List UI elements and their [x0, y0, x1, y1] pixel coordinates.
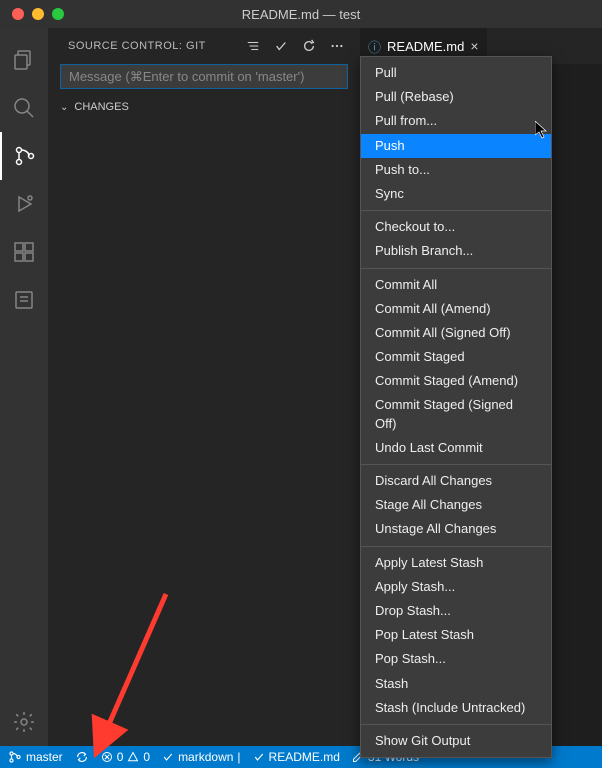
search-icon[interactable] — [0, 84, 48, 132]
more-actions-icon[interactable] — [330, 39, 344, 53]
menu-item-commit-all-amend[interactable]: Commit All (Amend) — [361, 297, 551, 321]
menu-item-drop-stash[interactable]: Drop Stash... — [361, 599, 551, 623]
menu-item-show-git-output[interactable]: Show Git Output — [361, 729, 551, 753]
source-control-icon[interactable] — [0, 132, 48, 180]
outline-icon[interactable] — [0, 276, 48, 324]
menu-item-commit-all-signed-off[interactable]: Commit All (Signed Off) — [361, 321, 551, 345]
menu-separator — [361, 210, 551, 211]
info-icon: ⓘ — [368, 37, 381, 56]
maximize-window-button[interactable] — [52, 8, 64, 20]
menu-item-commit-staged[interactable]: Commit Staged — [361, 345, 551, 369]
menu-item-unstage-all-changes[interactable]: Unstage All Changes — [361, 517, 551, 541]
menu-item-discard-all-changes[interactable]: Discard All Changes — [361, 469, 551, 493]
menu-item-apply-stash[interactable]: Apply Stash... — [361, 575, 551, 599]
menu-item-commit-all[interactable]: Commit All — [361, 273, 551, 297]
status-branch[interactable]: master — [8, 750, 63, 764]
status-sync[interactable] — [75, 750, 89, 764]
changes-section-header[interactable]: ⌄ CHANGES — [48, 97, 360, 117]
menu-separator — [361, 464, 551, 465]
menu-item-push-to[interactable]: Push to... — [361, 158, 551, 182]
chevron-down-icon: ⌄ — [60, 102, 68, 113]
settings-gear-icon[interactable] — [0, 698, 48, 746]
commit-message-input[interactable] — [60, 64, 348, 89]
menu-separator — [361, 268, 551, 269]
menu-separator — [361, 724, 551, 725]
close-icon[interactable]: × — [470, 38, 478, 54]
extensions-icon[interactable] — [0, 228, 48, 276]
menu-item-stash[interactable]: Stash — [361, 672, 551, 696]
window-title: README.md — test — [242, 7, 360, 22]
menu-item-undo-last-commit[interactable]: Undo Last Commit — [361, 436, 551, 460]
close-window-button[interactable] — [12, 8, 24, 20]
changes-label: CHANGES — [74, 101, 128, 113]
menu-item-publish-branch[interactable]: Publish Branch... — [361, 239, 551, 263]
titlebar: README.md — test — [0, 0, 602, 28]
menu-item-stash-include-untracked[interactable]: Stash (Include Untracked) — [361, 696, 551, 720]
status-file[interactable]: README.md — [253, 750, 340, 764]
menu-item-stage-all-changes[interactable]: Stage All Changes — [361, 493, 551, 517]
activity-bar — [0, 28, 48, 746]
cursor-pointer-icon — [535, 121, 549, 139]
menu-item-sync[interactable]: Sync — [361, 182, 551, 206]
menu-item-apply-latest-stash[interactable]: Apply Latest Stash — [361, 551, 551, 575]
menu-item-pop-stash[interactable]: Pop Stash... — [361, 647, 551, 671]
debug-icon[interactable] — [0, 180, 48, 228]
menu-item-commit-staged-amend[interactable]: Commit Staged (Amend) — [361, 369, 551, 393]
status-language[interactable]: markdown | — [162, 750, 240, 764]
menu-item-pop-latest-stash[interactable]: Pop Latest Stash — [361, 623, 551, 647]
status-problems[interactable]: 0 0 — [101, 750, 150, 764]
menu-item-pull[interactable]: Pull — [361, 61, 551, 85]
commit-check-icon[interactable] — [274, 39, 288, 53]
explorer-icon[interactable] — [0, 36, 48, 84]
menu-item-commit-staged-signed-off[interactable]: Commit Staged (Signed Off) — [361, 393, 551, 435]
git-context-menu: PullPull (Rebase)Pull from...PushPush to… — [360, 56, 552, 758]
tab-label: README.md — [387, 39, 464, 54]
menu-item-checkout-to[interactable]: Checkout to... — [361, 215, 551, 239]
menu-item-pull-from[interactable]: Pull from... — [361, 109, 551, 133]
menu-separator — [361, 546, 551, 547]
sidebar-title: SOURCE CONTROL: GIT — [68, 40, 246, 52]
minimize-window-button[interactable] — [32, 8, 44, 20]
menu-item-pull-rebase[interactable]: Pull (Rebase) — [361, 85, 551, 109]
refresh-icon[interactable] — [302, 39, 316, 53]
menu-item-push[interactable]: Push — [361, 134, 551, 158]
view-tree-icon[interactable] — [246, 39, 260, 53]
source-control-sidebar: SOURCE CONTROL: GIT ⌄ CHANGES — [48, 28, 360, 746]
